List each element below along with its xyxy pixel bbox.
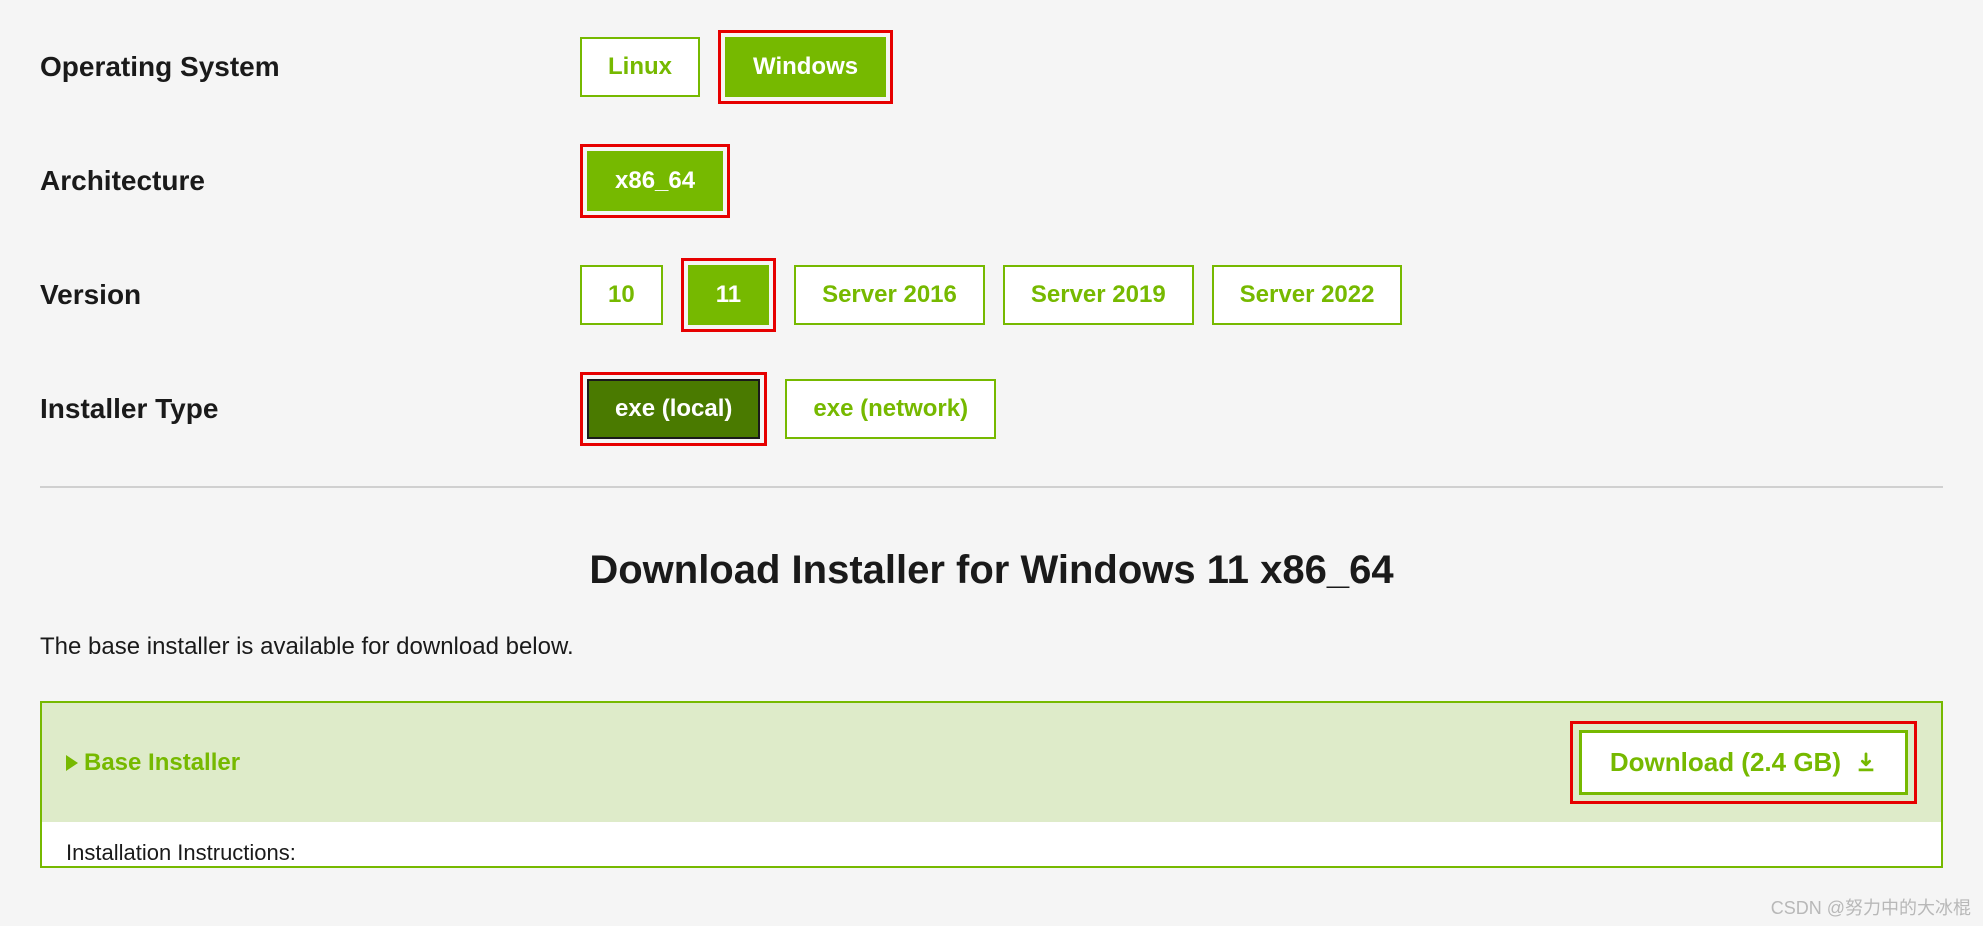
chevron-right-icon bbox=[66, 755, 78, 771]
watermark: CSDN @努力中的大冰棍 bbox=[1771, 894, 1971, 920]
option-exe-local[interactable]: exe (local) bbox=[587, 379, 760, 439]
selector-row-version: Version 10 11 Server 2016 Server 2019 Se… bbox=[40, 258, 1943, 332]
option-server-2016[interactable]: Server 2016 bbox=[794, 265, 985, 325]
installation-instructions-label: Installation Instructions: bbox=[42, 822, 1941, 866]
download-button[interactable]: Download (2.4 GB) bbox=[1579, 730, 1908, 795]
option-exe-network[interactable]: exe (network) bbox=[785, 379, 996, 439]
highlight-windows: Windows bbox=[718, 30, 893, 104]
option-windows[interactable]: Windows bbox=[725, 37, 886, 97]
highlight-x86-64: x86_64 bbox=[580, 144, 730, 218]
options-os: Linux Windows bbox=[580, 30, 893, 104]
highlight-download-button: Download (2.4 GB) bbox=[1570, 721, 1917, 804]
download-icon bbox=[1855, 752, 1877, 774]
label-version: Version bbox=[40, 279, 580, 311]
option-version-10[interactable]: 10 bbox=[580, 265, 663, 325]
option-version-11[interactable]: 11 bbox=[688, 265, 769, 325]
download-heading: Download Installer for Windows 11 x86_64 bbox=[40, 548, 1943, 593]
label-os: Operating System bbox=[40, 51, 580, 83]
label-installer-type: Installer Type bbox=[40, 393, 580, 425]
download-button-label: Download (2.4 GB) bbox=[1610, 747, 1841, 778]
option-server-2022[interactable]: Server 2022 bbox=[1212, 265, 1403, 325]
installer-header: Base Installer Download (2.4 GB) bbox=[42, 703, 1941, 822]
label-arch: Architecture bbox=[40, 165, 580, 197]
installer-title-wrap[interactable]: Base Installer bbox=[66, 749, 240, 777]
highlight-version-11: 11 bbox=[681, 258, 776, 332]
installer-panel: Base Installer Download (2.4 GB) Install… bbox=[40, 701, 1943, 868]
option-linux[interactable]: Linux bbox=[580, 37, 700, 97]
options-arch: x86_64 bbox=[580, 144, 730, 218]
selector-row-os: Operating System Linux Windows bbox=[40, 30, 1943, 104]
options-installer-type: exe (local) exe (network) bbox=[580, 372, 996, 446]
selector-row-arch: Architecture x86_64 bbox=[40, 144, 1943, 218]
installer-title: Base Installer bbox=[84, 749, 240, 777]
download-subtext: The base installer is available for down… bbox=[40, 633, 1943, 661]
divider bbox=[40, 486, 1943, 488]
option-x86-64[interactable]: x86_64 bbox=[587, 151, 723, 211]
highlight-exe-local: exe (local) bbox=[580, 372, 767, 446]
options-version: 10 11 Server 2016 Server 2019 Server 202… bbox=[580, 258, 1402, 332]
selector-row-installer-type: Installer Type exe (local) exe (network) bbox=[40, 372, 1943, 446]
option-server-2019[interactable]: Server 2019 bbox=[1003, 265, 1194, 325]
